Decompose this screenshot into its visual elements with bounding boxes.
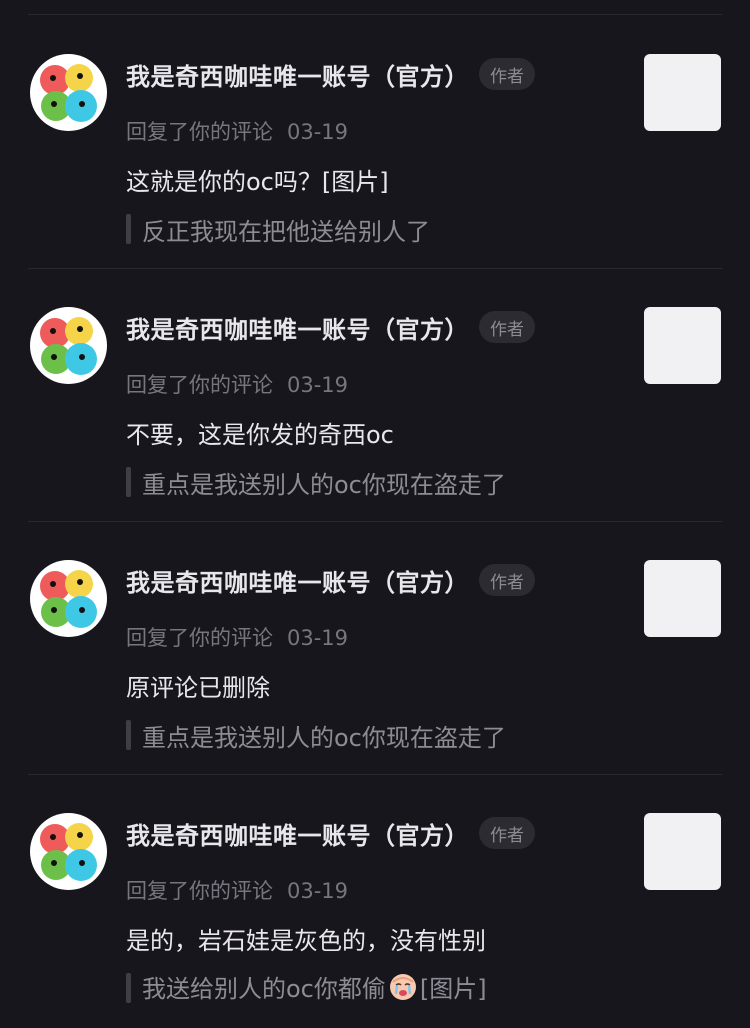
quote-text: 我送给别人的oc你都偷 [图片] [142,969,487,1008]
notification-item[interactable]: 我是奇西咖哇唯一账号（官方） 作者 回复了你的评论 03-19 不要，这是你发的奇… [0,269,750,522]
date: 03-19 [287,626,349,650]
quote-text: 重点是我送别人的oc你现在盗走了 [142,723,506,752]
date: 03-19 [287,879,349,903]
user-name[interactable]: 我是奇西咖哇唯一账号（官方） [126,310,469,345]
name-row: 我是奇西咖哇唯一账号（官方） 作者 [126,562,535,598]
mascot-avatar-icon [40,823,97,881]
name-row: 我是奇西咖哇唯一账号（官方） 作者 [126,56,535,92]
content-thumbnail[interactable] [644,54,721,131]
action-text: 回复了你的评论 [126,626,273,650]
mascot-avatar-icon [40,317,97,375]
quote-text: 反正我现在把他送给别人了 [142,217,430,246]
name-row: 我是奇西咖哇唯一账号（官方） 作者 [126,815,535,851]
reply-text[interactable]: 这就是你的oc吗？[图片] [126,162,389,197]
reply-meta: 回复了你的评论 03-19 [126,622,348,652]
reply-meta: 回复了你的评论 03-19 [126,369,348,399]
user-name[interactable]: 我是奇西咖哇唯一账号（官方） [126,57,469,92]
date: 03-19 [287,120,349,144]
notification-item[interactable]: 我是奇西咖哇唯一账号（官方） 作者 回复了你的评论 03-19 是的，岩石娃是灰色… [0,775,750,1028]
action-text: 回复了你的评论 [126,120,273,144]
user-name[interactable]: 我是奇西咖哇唯一账号（官方） [126,563,469,598]
user-name[interactable]: 我是奇西咖哇唯一账号（官方） [126,816,469,851]
reply-text[interactable]: 是的，岩石娃是灰色的，没有性别 [126,921,486,956]
reply-meta: 回复了你的评论 03-19 [126,875,348,905]
quote-text-start: 我送给别人的oc你都偷 [142,974,386,1003]
crying-face-icon [388,972,418,1008]
mascot-avatar-icon [40,570,97,628]
mascot-avatar-icon [40,64,97,122]
quote-text: 重点是我送别人的oc你现在盗走了 [142,470,506,499]
top-divider [28,14,722,15]
notification-item[interactable]: 我是奇西咖哇唯一账号（官方） 作者 回复了你的评论 03-19 原评论已删除 重点… [0,522,750,775]
reply-meta: 回复了你的评论 03-19 [126,116,348,146]
reply-text[interactable]: 不要，这是你发的奇西oc [126,415,394,450]
notification-item[interactable]: 我是奇西咖哇唯一账号（官方） 作者 回复了你的评论 03-19 这就是你的oc吗？… [0,16,750,269]
avatar[interactable] [30,813,107,890]
author-badge: 作者 [479,311,535,343]
action-text: 回复了你的评论 [126,373,273,397]
quoted-comment[interactable]: 我送给别人的oc你都偷 [图片] [126,971,487,1005]
date: 03-19 [287,373,349,397]
quote-text-end: [图片] [419,974,487,1003]
quote-bar [126,467,131,497]
avatar[interactable] [30,54,107,131]
avatar[interactable] [30,560,107,637]
quote-bar [126,720,131,750]
content-thumbnail[interactable] [644,813,721,890]
quoted-comment[interactable]: 反正我现在把他送给别人了 [126,212,430,246]
quote-bar [126,214,131,244]
name-row: 我是奇西咖哇唯一账号（官方） 作者 [126,309,535,345]
author-badge: 作者 [479,58,535,90]
quoted-comment[interactable]: 重点是我送别人的oc你现在盗走了 [126,718,506,752]
author-badge: 作者 [479,817,535,849]
author-badge: 作者 [479,564,535,596]
action-text: 回复了你的评论 [126,879,273,903]
content-thumbnail[interactable] [644,307,721,384]
quoted-comment[interactable]: 重点是我送别人的oc你现在盗走了 [126,465,506,499]
reply-text[interactable]: 原评论已删除 [126,668,270,703]
quote-bar [126,973,131,1003]
content-thumbnail[interactable] [644,560,721,637]
avatar[interactable] [30,307,107,384]
